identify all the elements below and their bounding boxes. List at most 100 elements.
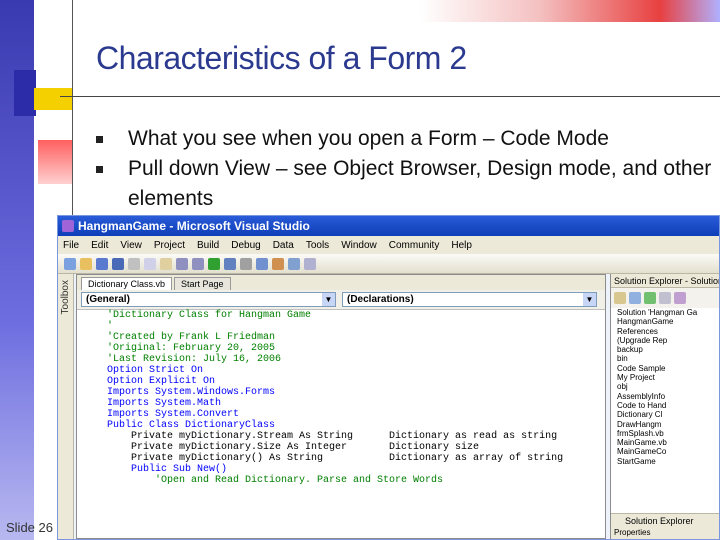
code-line: Imports System.Convert	[107, 409, 240, 420]
tree-item[interactable]: My Project	[617, 373, 719, 382]
menu-data[interactable]: Data	[272, 240, 295, 251]
slide-title: Characteristics of a Form 2	[96, 40, 467, 76]
tab-solution-explorer[interactable]: Solution Explorer	[611, 513, 719, 527]
tree-item[interactable]: (Upgrade Rep	[617, 336, 719, 345]
solution-explorer-toolbar	[611, 288, 719, 308]
tree-item[interactable]: obj	[617, 382, 719, 391]
bullet-icon	[96, 166, 103, 173]
show-all-files-icon[interactable]	[629, 292, 641, 304]
view-designer-icon[interactable]	[674, 292, 686, 304]
menu-debug[interactable]: Debug	[230, 240, 261, 251]
tree-item[interactable]: StartGame	[617, 457, 719, 466]
slide: Characteristics of a Form 2 What you see…	[0, 0, 720, 540]
tab-start-page[interactable]: Start Page	[174, 277, 231, 290]
menu-edit[interactable]: Edit	[90, 240, 109, 251]
code-line: 'Last Revision: July 16, 2006	[107, 354, 282, 365]
tree-item[interactable]: Code Sample	[617, 364, 719, 373]
copy-icon[interactable]	[144, 257, 156, 270]
view-code-icon[interactable]	[659, 292, 671, 304]
solution-explorer-icon[interactable]	[256, 257, 268, 270]
properties-panel-header[interactable]: Properties	[611, 527, 719, 539]
tree-item[interactable]: DrawHangm	[617, 420, 719, 429]
tree-item[interactable]: References	[617, 327, 719, 336]
start-debug-icon[interactable]	[208, 257, 220, 270]
menu-view[interactable]: View	[119, 240, 143, 251]
toolbox-icon[interactable]	[304, 257, 316, 270]
find-icon[interactable]	[240, 257, 252, 270]
menu-community[interactable]: Community	[388, 240, 441, 251]
menu-build[interactable]: Build	[196, 240, 220, 251]
tab-dictionary-class[interactable]: Dictionary Class.vb	[81, 277, 173, 290]
properties-icon[interactable]	[614, 292, 626, 304]
method-dropdown[interactable]: (Declarations) ▼	[342, 292, 597, 307]
open-icon[interactable]	[80, 257, 92, 270]
vs-body: Toolbox Dictionary Class.vb Start Page (…	[58, 274, 719, 539]
bullet-list: What you see when you open a Form – Code…	[96, 124, 716, 214]
code-line: Private myDictionary.Stream As String Di…	[107, 431, 558, 442]
code-line: Private myDictionary() As String Diction…	[107, 453, 564, 464]
tree-item[interactable]: Solution 'Hangman Ga	[617, 308, 719, 317]
chevron-down-icon: ▼	[322, 293, 335, 306]
bullet-item: What you see when you open a Form – Code…	[96, 124, 716, 154]
paste-icon[interactable]	[160, 257, 172, 270]
code-line: Imports System.Math	[107, 398, 222, 409]
decor-blue-square	[14, 70, 36, 116]
code-line: 'Dictionary Class for Hangman Game	[107, 310, 312, 321]
code-line: 'Original: February 20, 2005	[107, 343, 276, 354]
bullet-text: Pull down View – see Object Browser, Des…	[128, 157, 712, 210]
tree-item[interactable]: frmSplash.vb	[617, 429, 719, 438]
pause-icon[interactable]	[224, 257, 236, 270]
decor-red-square	[38, 140, 72, 184]
class-dropdown[interactable]: (General) ▼	[81, 292, 336, 307]
menu-window[interactable]: Window	[340, 240, 378, 251]
decor-vertical-line	[72, 0, 73, 220]
code-line: Option Explicit On	[107, 376, 216, 387]
decor-horizontal-line	[60, 96, 720, 97]
code-area[interactable]: 'Dictionary Class for Hangman Game ' 'Cr…	[77, 310, 605, 486]
tree-item[interactable]: AssemblyInfo	[617, 392, 719, 401]
menu-file[interactable]: File	[62, 240, 80, 251]
code-line: Option Strict On	[107, 365, 204, 376]
toolbox-strip[interactable]: Toolbox	[58, 274, 74, 539]
code-line: Public Class DictionaryClass	[107, 420, 276, 431]
properties-icon[interactable]	[272, 257, 284, 270]
solution-explorer-title: Solution Explorer - Solution	[611, 274, 719, 288]
vs-titlebar: HangmanGame - Microsoft Visual Studio	[58, 216, 719, 236]
menu-help[interactable]: Help	[450, 240, 473, 251]
code-line: Private myDictionary.Size As Integer Dic…	[107, 442, 480, 453]
tree-item[interactable]: Dictionary Cl	[617, 410, 719, 419]
code-line: 'Open and Read Dictionary. Parse and Sto…	[107, 475, 444, 486]
bullet-text: What you see when you open a Form – Code…	[128, 127, 609, 150]
bullet-item: Pull down View – see Object Browser, Des…	[96, 154, 716, 214]
save-icon[interactable]	[96, 257, 108, 270]
bullet-icon	[96, 136, 103, 143]
slide-number: Slide 26	[6, 520, 53, 535]
menu-tools[interactable]: Tools	[305, 240, 330, 251]
tree-item[interactable]: MainGame.vb	[617, 438, 719, 447]
solution-explorer: Solution Explorer - Solution Solution 'H…	[610, 274, 719, 539]
save-all-icon[interactable]	[112, 257, 124, 270]
vs-menubar: File Edit View Project Build Debug Data …	[58, 236, 719, 254]
decor-yellow-square	[34, 88, 72, 110]
code-editor[interactable]: Dictionary Class.vb Start Page (General)…	[76, 274, 606, 539]
visual-studio-window: HangmanGame - Microsoft Visual Studio Fi…	[57, 215, 720, 540]
tree-item[interactable]: Code to Hand	[617, 401, 719, 410]
chevron-down-icon: ▼	[583, 293, 596, 306]
refresh-icon[interactable]	[644, 292, 656, 304]
vs-window-title: HangmanGame - Microsoft Visual Studio	[78, 219, 310, 233]
decor-top-band	[420, 0, 720, 22]
cut-icon[interactable]	[128, 257, 140, 270]
code-line: Public Sub New()	[107, 464, 228, 475]
tree-item[interactable]: backup	[617, 345, 719, 354]
new-project-icon[interactable]	[64, 257, 76, 270]
code-line: '	[107, 321, 114, 332]
toolbox-label: Toolbox	[60, 280, 71, 315]
tree-item[interactable]: MainGameCo	[617, 447, 719, 456]
object-browser-icon[interactable]	[288, 257, 300, 270]
solution-tree: Solution 'Hangman Ga HangmanGame Referen…	[611, 308, 719, 466]
redo-icon[interactable]	[192, 257, 204, 270]
tree-item[interactable]: bin	[617, 354, 719, 363]
menu-project[interactable]: Project	[153, 240, 186, 251]
tree-item[interactable]: HangmanGame	[617, 317, 719, 326]
undo-icon[interactable]	[176, 257, 188, 270]
